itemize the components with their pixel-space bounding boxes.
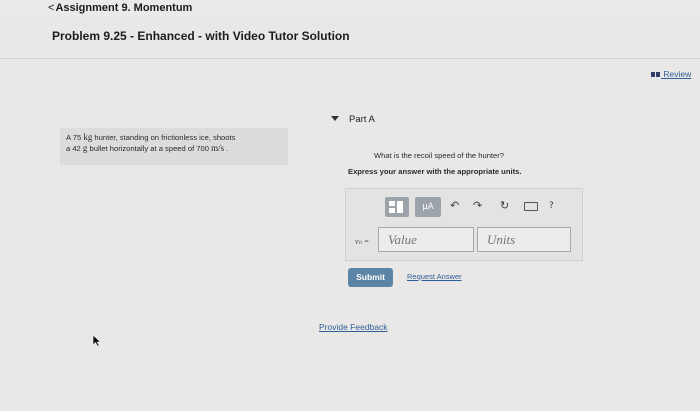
submit-button[interactable]: Submit [348, 268, 393, 287]
problem-line-2: a 42 g bullet horizontally at a speed of… [66, 143, 282, 154]
template-icon-part [389, 208, 395, 213]
problem-title: Problem 9.25 - Enhanced - with Video Tut… [52, 29, 350, 43]
back-to-assignment-link[interactable]: <Assignment 9. Momentum [48, 2, 192, 14]
variable-label: vₕ = [355, 237, 370, 246]
problem-text: A 75 [66, 133, 84, 142]
units-input[interactable] [477, 227, 571, 252]
problem-line-1: A 75 kg hunter, standing on frictionless… [66, 132, 282, 143]
question-text: What is the recoil speed of the hunter? [374, 151, 505, 160]
review-icon [651, 72, 655, 77]
unit-m-per-s: m/s [211, 143, 225, 153]
review-label: Review [663, 69, 692, 79]
header-divider [0, 58, 700, 59]
redo-icon[interactable]: ↷ [473, 199, 482, 213]
mouse-cursor-icon [92, 334, 102, 347]
instruction-text: Express your answer with the appropriate… [348, 167, 522, 176]
symbols-button[interactable]: μA [415, 197, 441, 217]
problem-text: . [224, 144, 229, 153]
templates-button[interactable] [385, 197, 409, 217]
value-input[interactable] [378, 227, 474, 252]
help-icon[interactable]: ? [549, 199, 554, 213]
problem-statement: A 75 kg hunter, standing on frictionless… [60, 128, 288, 165]
chevron-left-icon: < [48, 2, 55, 14]
review-link[interactable]: Review [651, 69, 691, 79]
reset-icon[interactable]: ↻ [500, 199, 509, 213]
keyboard-icon[interactable] [524, 202, 538, 211]
undo-icon[interactable]: ↶ [450, 199, 459, 213]
request-answer-link[interactable]: Request Answer [407, 272, 462, 281]
problem-text: hunter, standing on frictionless ice, sh… [92, 133, 236, 142]
problem-text: bullet horizontally at a speed of 700 [87, 144, 212, 153]
collapse-triangle-icon[interactable] [331, 116, 339, 121]
provide-feedback-link[interactable]: Provide Feedback [319, 322, 388, 332]
part-a-label[interactable]: Part A [349, 114, 375, 125]
review-icon-part [656, 72, 660, 77]
template-icon [389, 201, 395, 206]
back-link-label: Assignment 9. Momentum [55, 2, 193, 14]
template-icon-part [397, 201, 403, 213]
unit-kg: kg [83, 132, 93, 142]
problem-text: a 42 [66, 144, 83, 153]
